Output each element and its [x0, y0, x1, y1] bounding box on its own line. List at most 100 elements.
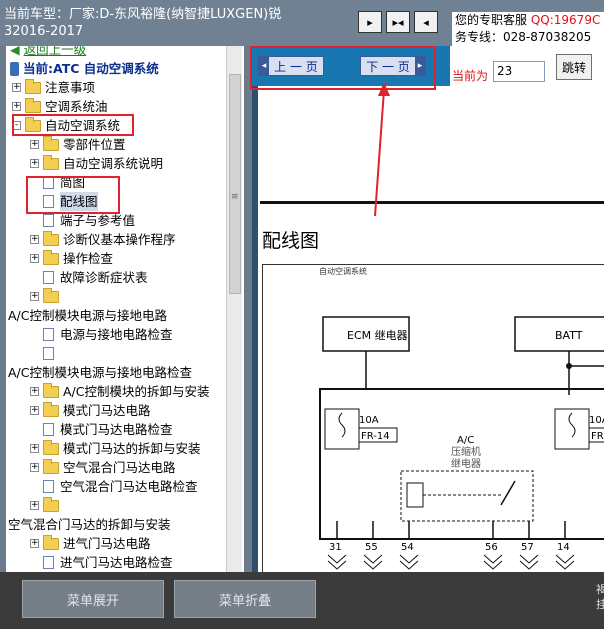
expand-toggle-icon[interactable]: +	[12, 83, 21, 92]
expand-toggle-icon[interactable]: +	[30, 444, 39, 453]
pin-number: 31	[329, 542, 342, 553]
app-window: 当前车型：厂家:D-东风裕隆(纳智捷LUXGEN)锐 32016-2017 ▸ …	[0, 0, 604, 629]
align-left-icon[interactable]: ▸	[358, 11, 382, 33]
align-right-icon[interactable]: ◂	[414, 11, 438, 33]
jump-button[interactable]: 跳转	[556, 54, 592, 80]
current-category-label: 当前:ATC 自动空调系统	[23, 61, 159, 76]
tree-folder-item[interactable]: + 零部件位置	[30, 135, 126, 154]
folder-icon	[43, 534, 59, 550]
tree-doc-item[interactable]: 电源与接地电路检查	[30, 325, 173, 344]
expand-toggle-icon[interactable]: +	[30, 159, 39, 168]
tree-item-label: 电源与接地电路检查	[60, 327, 173, 342]
connector-chevron	[555, 554, 575, 570]
document-icon	[43, 423, 54, 436]
fuse-1-amp: 10A	[359, 415, 379, 426]
tree-folder-item[interactable]: +	[30, 496, 63, 515]
pin-number: 14	[557, 542, 570, 553]
folder-icon	[43, 401, 59, 417]
connector-pins: 31 55 54 56 57 14	[327, 521, 575, 570]
folder-icon	[43, 249, 59, 265]
tree-folder-item[interactable]: + 操作检查	[30, 249, 113, 268]
bottom-bar: 菜单展开 菜单折叠 褐 挂	[0, 572, 604, 629]
service-qq[interactable]: QQ:19679C	[531, 13, 601, 27]
tree-item-label: 模式门马达的拆卸与安装	[63, 441, 201, 456]
pin-number: 54	[401, 542, 414, 553]
tree-folder-item[interactable]: + 进气门马达电路	[30, 534, 151, 553]
tree-doc-item[interactable]: 模式门马达电路检查	[30, 420, 173, 439]
expand-toggle-icon[interactable]: +	[30, 254, 39, 263]
connector-chevron	[363, 554, 383, 570]
expand-toggle-icon[interactable]: +	[30, 406, 39, 415]
connector-chevron	[519, 554, 539, 570]
expand-toggle-icon[interactable]: +	[30, 501, 39, 510]
tree-item-label: 进气门马达电路检查	[60, 555, 173, 570]
tree-item-label: 操作检查	[63, 251, 114, 266]
expand-toggle-icon[interactable]: +	[30, 235, 39, 244]
split-icon[interactable]: ▸◂	[386, 11, 410, 33]
tree-item-label: 进气门马达电路	[63, 536, 151, 551]
tree-scrollbar[interactable]: ≡	[226, 46, 242, 572]
menu-expand-button[interactable]: 菜单展开	[22, 580, 164, 618]
tree-folder-item[interactable]: + 诊断仪基本操作程序	[30, 230, 176, 249]
expand-toggle-icon[interactable]: +	[12, 102, 21, 111]
scroll-grip-icon: ≡	[231, 192, 239, 202]
tree-item-label: 自动空调系统说明	[63, 156, 164, 171]
tree-doc-item[interactable]: 故障诊断症状表	[30, 268, 148, 287]
tree-folder-item[interactable]: + A/C控制模块的拆卸与安装	[30, 382, 210, 401]
service-info: 您的专职客服 QQ:19679C 务专线：028-87038205	[452, 12, 604, 46]
scrollbar-thumb[interactable]	[229, 74, 241, 294]
folder-icon	[43, 458, 59, 474]
expand-toggle-icon[interactable]: +	[30, 539, 39, 548]
tree-folder-item[interactable]: + 自动空调系统说明	[30, 154, 163, 173]
tree-folder-item[interactable]: + 模式门马达的拆卸与安装	[30, 439, 201, 458]
folder-icon	[43, 439, 59, 455]
tree-item-label: 模式门马达电路	[63, 403, 151, 418]
pin-number: 57	[521, 542, 534, 553]
bottom-cut-text: 褐 挂	[596, 582, 604, 612]
page-number-input[interactable]: 23	[493, 61, 545, 82]
tree-folder-item[interactable]: + 注意事项	[12, 78, 95, 97]
tree-doc-item[interactable]: 空气混合门马达电路检查	[30, 477, 198, 496]
highlight-pager	[250, 46, 436, 90]
page-title: 配线图	[262, 230, 320, 252]
back-link[interactable]: ◀ 返回上一级	[10, 46, 86, 59]
folder-icon	[43, 154, 59, 170]
tree-item-label: 空气混合门马达电路	[63, 460, 176, 475]
expand-toggle-icon[interactable]: +	[30, 140, 39, 149]
tree-item-label: 故障诊断症状表	[60, 270, 148, 285]
folder-icon	[25, 78, 41, 94]
expand-toggle-icon[interactable]: +	[30, 463, 39, 472]
menu-collapse-button[interactable]: 菜单折叠	[174, 580, 316, 618]
connector-chevron	[483, 554, 503, 570]
folder-icon	[43, 287, 59, 303]
tree-text-item[interactable]: A/C控制模块电源与接地电路检查	[8, 363, 192, 382]
wiring-diagram: 自动空调系统 ECM 继电器 BATT 10A FR-14 10 FR A/C …	[262, 264, 604, 572]
tree-text-item[interactable]: 空气混合门马达的拆卸与安装	[8, 515, 171, 534]
diagram-header: 自动空调系统	[319, 266, 367, 276]
current-page-label: 当前为	[452, 69, 489, 83]
bottom-cut-line-1: 褐	[596, 583, 604, 596]
relay-switch	[500, 480, 516, 506]
tree-item-label: A/C控制模块电源与接地电路	[8, 308, 167, 323]
fuse-1-id: FR-14	[361, 431, 390, 442]
fuse-1	[324, 408, 360, 450]
current-category: 当前:ATC 自动空调系统	[10, 59, 159, 78]
folder-icon	[25, 97, 41, 113]
expand-toggle-icon[interactable]: +	[30, 387, 39, 396]
batt-label: BATT	[555, 329, 583, 342]
page-jump-area: 当前为 23 跳转	[450, 46, 604, 86]
top-header: 当前车型：厂家:D-东风裕隆(纳智捷LUXGEN)锐 32016-2017 ▸ …	[0, 0, 604, 46]
content-rule	[260, 201, 604, 204]
tree-item-label: 空气混合门马达的拆卸与安装	[8, 517, 171, 532]
tree-folder-item[interactable]: + 空气混合门马达电路	[30, 458, 176, 477]
service-label: 您的专职客服	[455, 13, 528, 27]
expand-toggle-icon[interactable]: +	[30, 292, 39, 301]
layout-toolbar: ▸ ▸◂ ◂	[358, 11, 438, 33]
tree-item-label: A/C控制模块的拆卸与安装	[63, 384, 210, 399]
tree-doc-item[interactable]	[30, 344, 60, 363]
tree-item-label: 零部件位置	[63, 137, 126, 152]
tree-folder-item[interactable]: +	[30, 287, 63, 306]
tree-doc-item[interactable]: 进气门马达电路检查	[30, 553, 173, 572]
tree-text-item[interactable]: A/C控制模块电源与接地电路	[8, 306, 167, 325]
tree-folder-item[interactable]: + 模式门马达电路	[30, 401, 151, 420]
